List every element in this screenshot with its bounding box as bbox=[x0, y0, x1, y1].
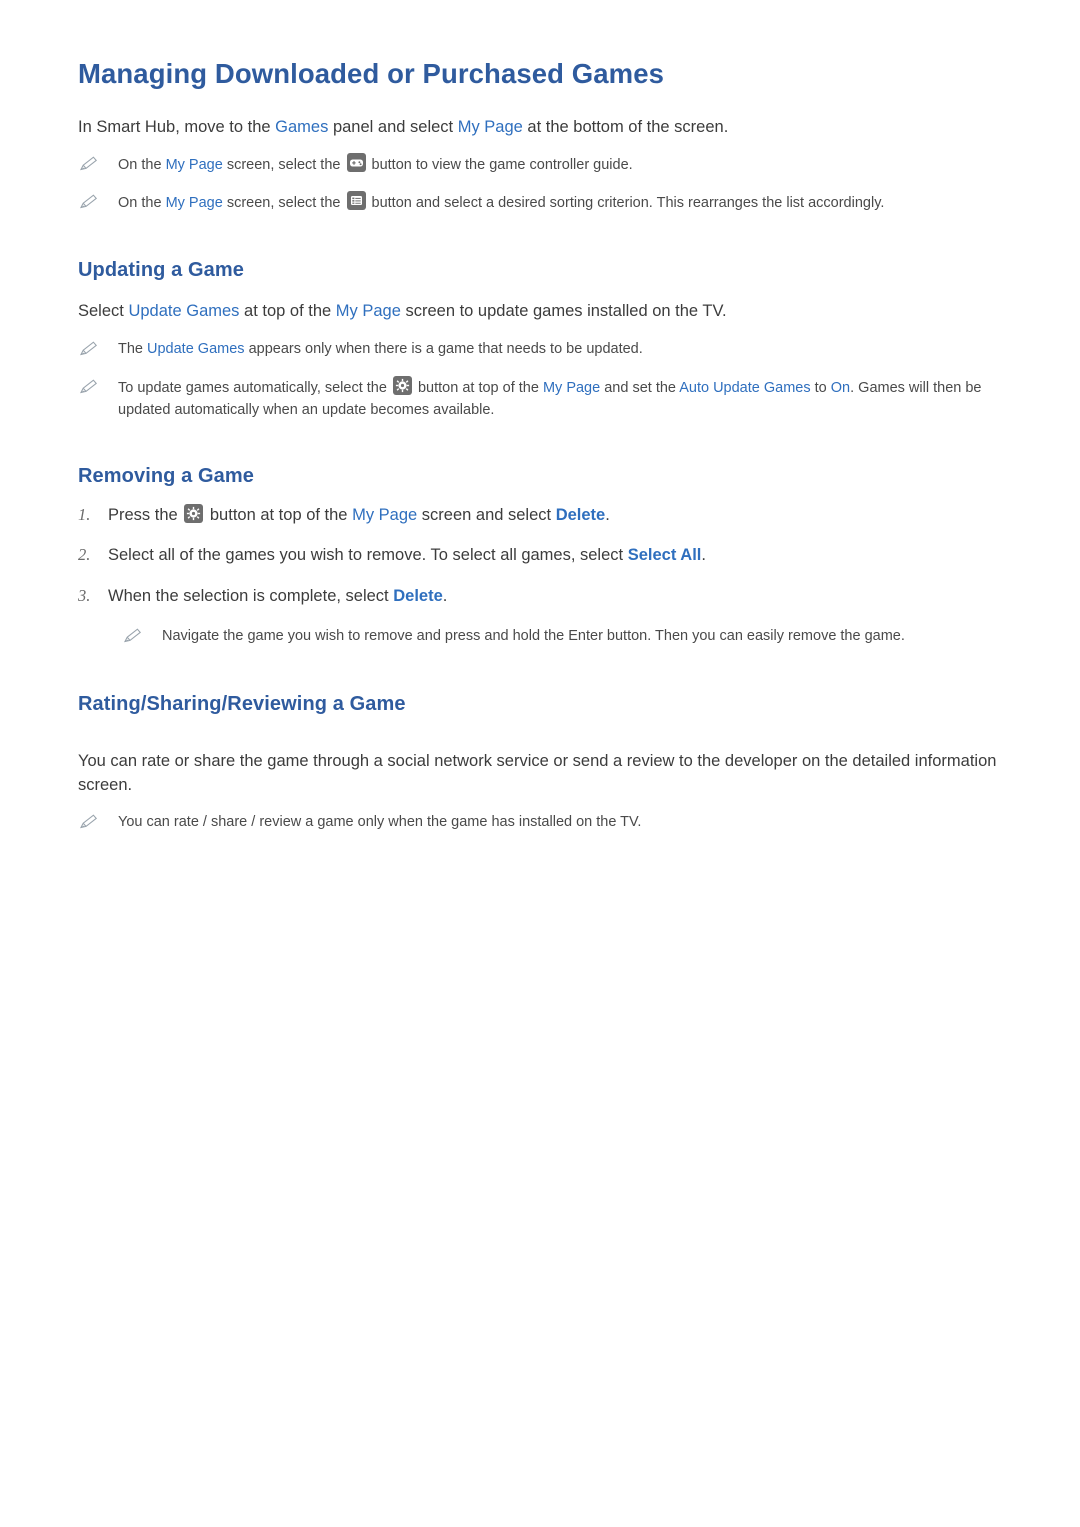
step2-text-1: Select all of the games you wish to remo… bbox=[108, 546, 628, 565]
step-text: Select all of the games you wish to remo… bbox=[108, 544, 706, 567]
note-text: Navigate the game you wish to remove and… bbox=[162, 628, 905, 645]
upd-text-2: at top of the bbox=[239, 302, 336, 321]
upd-note2-text-1: To update games automatically, select th… bbox=[118, 379, 391, 396]
pencil-icon bbox=[122, 625, 148, 649]
section-title-rating: Rating/Sharing/Reviewing a Game bbox=[78, 693, 406, 716]
note-item: Navigate the game you wish to remove and… bbox=[122, 625, 1008, 649]
intro-text-1: In Smart Hub, move to the bbox=[78, 118, 276, 136]
pencil-icon bbox=[78, 191, 104, 215]
step-number: 1. bbox=[78, 504, 91, 524]
upd-note1-link-update-games: Update Games bbox=[147, 340, 245, 357]
step-text: Press the button at top of the My Page s… bbox=[108, 503, 610, 527]
note1-text-1: On the bbox=[118, 157, 166, 174]
list-item: 2. Select all of the games you wish to r… bbox=[78, 544, 1008, 567]
upd-note1-text-1: The bbox=[118, 340, 148, 357]
document-page: Managing Downloaded or Purchased Games I… bbox=[0, 0, 1080, 1527]
intro-text-3: at the bottom of the screen. bbox=[522, 118, 729, 136]
step-number: 3. bbox=[78, 585, 91, 605]
note-item: On the My Page screen, select the button… bbox=[78, 191, 1008, 215]
upd-note2-text-2: button at top of the bbox=[413, 379, 543, 396]
note2-link-my-page: My Page bbox=[165, 195, 223, 212]
gear-icon bbox=[392, 375, 412, 395]
note1-text-2: screen, select the bbox=[222, 157, 345, 174]
pencil-icon bbox=[78, 811, 104, 835]
list-item: 3. When the selection is complete, selec… bbox=[78, 585, 1008, 608]
step3-text-1: When the selection is complete, select bbox=[108, 586, 394, 605]
note-text: On the My Page screen, select the button… bbox=[118, 153, 633, 176]
step2-link-select-all: Select All bbox=[627, 546, 702, 565]
pencil-icon bbox=[78, 376, 104, 400]
note-text: The Update Games appears only when there… bbox=[118, 338, 643, 360]
intro-text-2: panel and select bbox=[328, 118, 458, 136]
rating-lead-paragraph: You can rate or share the game through a… bbox=[78, 752, 997, 794]
intro-link-my-page: My Page bbox=[457, 118, 523, 136]
step1-text-3: screen and select bbox=[417, 505, 556, 524]
note-text: You can rate / share / review a game onl… bbox=[118, 814, 642, 831]
step3-link-delete: Delete bbox=[393, 586, 443, 605]
gear-icon bbox=[184, 503, 204, 523]
step-text: When the selection is complete, select D… bbox=[108, 585, 447, 608]
upd-note2-link-my-page: My Page bbox=[542, 379, 601, 396]
list-icon bbox=[346, 191, 366, 211]
upd-text-3: screen to update games installed on the … bbox=[400, 302, 727, 321]
section-title-removing: Removing a Game bbox=[78, 464, 255, 487]
note-text: On the My Page screen, select the button… bbox=[118, 191, 884, 214]
step-number: 2. bbox=[78, 545, 91, 565]
step2-text-2: . bbox=[701, 546, 706, 565]
step1-text-1: Press the bbox=[108, 505, 183, 524]
intro-link-games: Games bbox=[275, 118, 329, 136]
removing-steps-list: 1. Press the button at top of the My Pag… bbox=[78, 503, 1008, 608]
section-title-updating: Updating a Game bbox=[78, 259, 244, 282]
upd-note2-link-auto-update: Auto Update Games bbox=[679, 379, 811, 396]
step1-link-delete: Delete bbox=[555, 505, 606, 524]
step3-text-2: . bbox=[442, 586, 448, 605]
note2-text-3: button and select a desired sorting crit… bbox=[367, 195, 885, 212]
note2-text-1: On the bbox=[118, 195, 166, 212]
note-item: On the My Page screen, select the button… bbox=[78, 153, 1008, 177]
document-content: Managing Downloaded or Purchased Games I… bbox=[78, 58, 1008, 835]
note-text: To update games automatically, select th… bbox=[118, 375, 1008, 421]
upd-note1-text-2: appears only when there is a game that n… bbox=[244, 340, 643, 357]
note2-text-2: screen, select the bbox=[222, 195, 345, 212]
gamepad-icon bbox=[346, 153, 366, 173]
upd-note2-link-on: On bbox=[830, 379, 851, 396]
list-item: 1. Press the button at top of the My Pag… bbox=[78, 503, 1008, 527]
step1-text-4: . bbox=[605, 505, 610, 524]
note-item: To update games automatically, select th… bbox=[78, 375, 1008, 421]
upd-link-update-games: Update Games bbox=[128, 302, 240, 321]
upd-note2-text-4: to bbox=[810, 379, 831, 396]
pencil-icon bbox=[78, 338, 104, 362]
note1-text-3: button to view the game controller guide… bbox=[367, 157, 633, 174]
updating-lead-paragraph: Select Update Games at top of the My Pag… bbox=[78, 300, 1008, 323]
step1-link-my-page: My Page bbox=[352, 505, 418, 524]
note-item: You can rate / share / review a game onl… bbox=[78, 811, 1008, 835]
upd-note2-text-3: and set the bbox=[600, 379, 680, 396]
step1-text-2: button at top of the bbox=[205, 505, 353, 524]
note1-link-my-page: My Page bbox=[165, 157, 223, 174]
page-title: Managing Downloaded or Purchased Games bbox=[78, 58, 664, 89]
pencil-icon bbox=[78, 153, 104, 177]
note-item: The Update Games appears only when there… bbox=[78, 338, 1008, 362]
intro-paragraph: In Smart Hub, move to the Games panel an… bbox=[78, 116, 1008, 139]
upd-link-my-page: My Page bbox=[335, 302, 401, 321]
upd-text-1: Select bbox=[78, 302, 129, 321]
